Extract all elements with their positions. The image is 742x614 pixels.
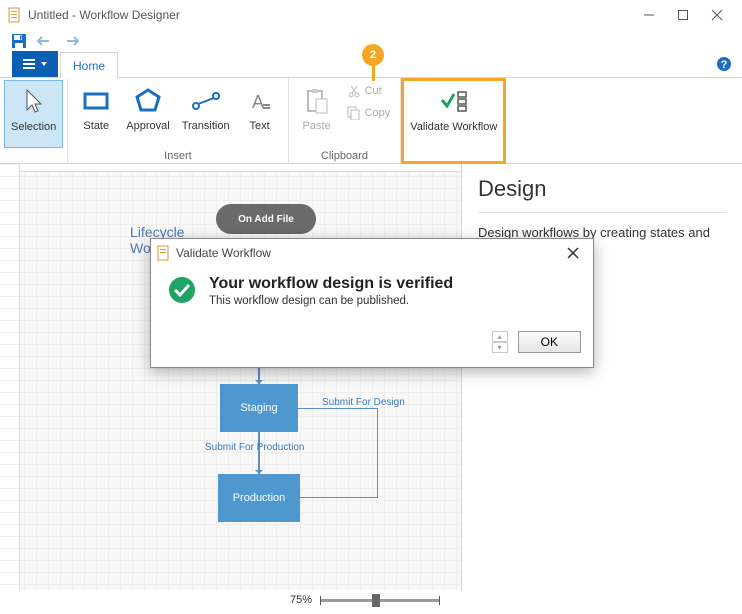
- cut-button[interactable]: Cut: [341, 80, 397, 102]
- app-icon: [157, 245, 171, 261]
- production-state[interactable]: Production: [218, 474, 300, 522]
- group-label-insert: Insert: [164, 148, 192, 164]
- svg-text:A: A: [252, 92, 264, 112]
- dialog-titlebar[interactable]: Validate Workflow: [151, 239, 593, 267]
- value-stepper[interactable]: ▴ ▾: [492, 331, 508, 353]
- minimize-button[interactable]: [632, 0, 666, 30]
- zoom-thumb[interactable]: [372, 594, 380, 607]
- titlebar: Untitled - Workflow Designer: [0, 0, 742, 30]
- workspace: Lifecycle Workflow On Add File Staging S…: [0, 164, 742, 590]
- cursor-icon: [23, 85, 45, 119]
- redo-button[interactable]: [62, 32, 80, 50]
- dialog-title-text: Validate Workflow: [176, 246, 271, 260]
- state-button[interactable]: State: [72, 80, 120, 148]
- selection-tool-button[interactable]: Selection: [4, 80, 63, 148]
- divider: [478, 212, 726, 213]
- text-icon: A: [249, 84, 271, 118]
- copy-button[interactable]: Copy: [341, 102, 397, 124]
- ribbon-group-selection: Selection: [0, 78, 68, 163]
- svg-text:?: ?: [721, 59, 728, 71]
- ruler-left: [0, 164, 20, 590]
- approval-icon: [135, 84, 161, 118]
- file-menu-button[interactable]: [12, 51, 58, 77]
- close-button[interactable]: [700, 0, 734, 30]
- callout-badge: 2: [362, 44, 384, 66]
- approval-button[interactable]: Approval: [120, 80, 175, 148]
- copy-icon: [347, 105, 361, 121]
- dialog-body: Your workflow design is verified This wo…: [151, 267, 593, 323]
- state-icon: [83, 84, 109, 118]
- maximize-button[interactable]: [666, 0, 700, 30]
- transition-button[interactable]: Transition: [176, 80, 236, 148]
- zoom-slider[interactable]: [320, 599, 440, 602]
- undo-button[interactable]: [36, 32, 54, 50]
- connector-loop: [298, 408, 378, 498]
- dialog-heading: Your workflow design is verified: [209, 275, 453, 293]
- staging-state[interactable]: Staging: [220, 384, 298, 432]
- window-title: Untitled - Workflow Designer: [28, 8, 632, 22]
- dialog-close-button[interactable]: [559, 239, 587, 267]
- validate-workflow-button[interactable]: Validate Workflow: [404, 81, 503, 149]
- ruler-top: [0, 164, 461, 172]
- help-icon[interactable]: ?: [716, 56, 732, 72]
- side-panel-title: Design: [478, 176, 726, 202]
- transition-icon: [191, 84, 221, 118]
- ribbon-group-insert: State Approval Transition A Text Insert: [68, 78, 288, 163]
- transition-label-submit-prod: Submit For Production: [205, 442, 305, 453]
- connector: [258, 432, 260, 474]
- callout-line: [372, 66, 375, 81]
- side-panel: Design Design workflows by creating stat…: [462, 164, 742, 590]
- success-check-icon: [167, 275, 197, 305]
- transition-label-submit-design: Submit For Design: [322, 397, 405, 408]
- validate-icon: [440, 85, 468, 119]
- ribbon: Selection State Approval Transition A Te…: [0, 78, 742, 164]
- dialog-footer: ▴ ▾ OK: [151, 323, 593, 367]
- ok-button[interactable]: OK: [518, 331, 581, 353]
- chevron-down-icon[interactable]: ▾: [492, 342, 508, 353]
- zoom-control: 75%: [290, 594, 440, 606]
- group-label-clipboard: Clipboard: [321, 148, 368, 164]
- text-button[interactable]: A Text: [236, 80, 284, 148]
- dialog-message: This workflow design can be published.: [209, 295, 453, 307]
- ribbon-group-validate: Validate Workflow: [401, 78, 506, 164]
- tab-home[interactable]: Home: [60, 52, 118, 78]
- paste-icon: [305, 84, 329, 118]
- validate-dialog: Validate Workflow Your workflow design i…: [150, 238, 594, 368]
- on-add-file-node[interactable]: On Add File: [216, 204, 316, 234]
- app-icon: [8, 7, 22, 23]
- save-button[interactable]: [10, 32, 28, 50]
- chevron-up-icon[interactable]: ▴: [492, 331, 508, 342]
- zoom-value: 75%: [290, 594, 312, 606]
- cut-icon: [347, 83, 361, 99]
- ribbon-group-clipboard: Paste Cut Copy Clipboard: [289, 78, 402, 163]
- paste-button[interactable]: Paste: [293, 80, 341, 148]
- design-canvas[interactable]: Lifecycle Workflow On Add File Staging S…: [0, 164, 462, 590]
